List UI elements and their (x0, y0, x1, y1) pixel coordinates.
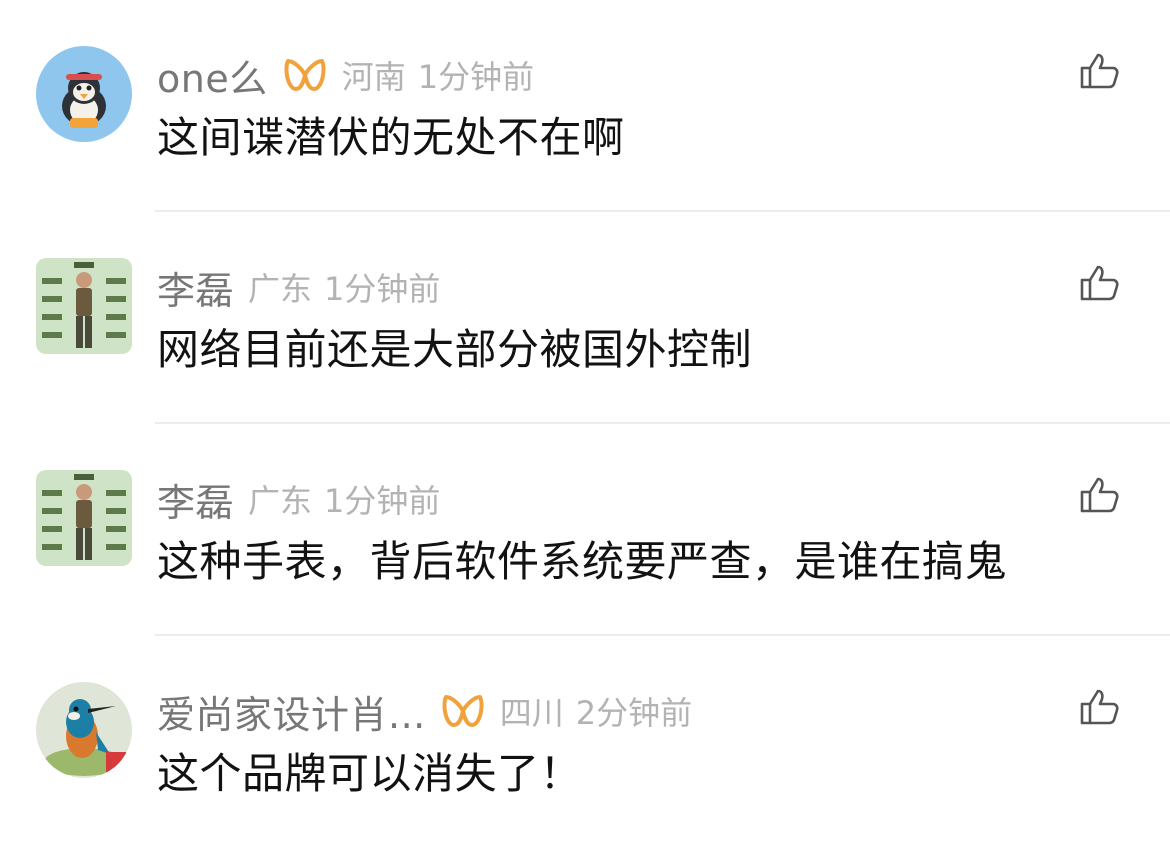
timestamp: 1分钟前 (324, 482, 441, 520)
comment-text[interactable]: 这个品牌可以消失了！ (157, 740, 582, 801)
vip-badge-icon[interactable] (440, 691, 486, 731)
username[interactable]: 爱尚家设计肖... (157, 684, 426, 739)
thumbs-up-icon[interactable] (1078, 52, 1120, 90)
boy-poster-avatar-icon[interactable] (36, 258, 132, 354)
comment-item[interactable]: one么 河南 1分钟前 这间谍潜伏的无处不在啊 (0, 0, 1170, 212)
location-label: 广东 (248, 270, 313, 308)
thumbs-up-icon[interactable] (1078, 476, 1120, 514)
location-label: 河南 (341, 58, 406, 96)
location-label: 四川 (499, 694, 564, 732)
username[interactable]: 李磊 (157, 260, 234, 315)
comment-item[interactable]: 李磊 广东 1分钟前 这种手表，背后软件系统要严查，是谁在搞鬼 (0, 424, 1170, 636)
comment-text[interactable]: 这种手表，背后软件系统要严查，是谁在搞鬼 (157, 528, 1007, 589)
comment-meta: one么 河南 1分钟前 (157, 48, 535, 103)
username[interactable]: 李磊 (157, 472, 234, 527)
penguin-avatar-icon[interactable] (36, 46, 132, 142)
thumbs-up-icon[interactable] (1078, 264, 1120, 302)
comment-meta: 爱尚家设计肖... 四川 2分钟前 (157, 684, 693, 739)
timestamp: 2分钟前 (575, 694, 693, 732)
timestamp: 1分钟前 (324, 270, 441, 308)
comment-meta: 李磊 广东 1分钟前 (157, 472, 441, 527)
username[interactable]: one么 (157, 48, 268, 103)
thumbs-up-icon[interactable] (1078, 688, 1120, 726)
location-label: 广东 (248, 482, 313, 520)
boy-poster-avatar-icon[interactable] (36, 470, 132, 566)
timestamp: 1分钟前 (417, 58, 535, 96)
comment-text[interactable]: 这间谍潜伏的无处不在啊 (157, 104, 625, 165)
kingfisher-avatar-icon[interactable] (36, 682, 132, 778)
comment-item[interactable]: 李磊 广东 1分钟前 网络目前还是大部分被国外控制 (0, 212, 1170, 424)
vip-badge-icon[interactable] (282, 55, 328, 95)
comment-text[interactable]: 网络目前还是大部分被国外控制 (157, 316, 752, 377)
comment-meta: 李磊 广东 1分钟前 (157, 260, 441, 315)
comment-item[interactable]: 爱尚家设计肖... 四川 2分钟前 这个品牌可以消失了！ (0, 636, 1170, 848)
